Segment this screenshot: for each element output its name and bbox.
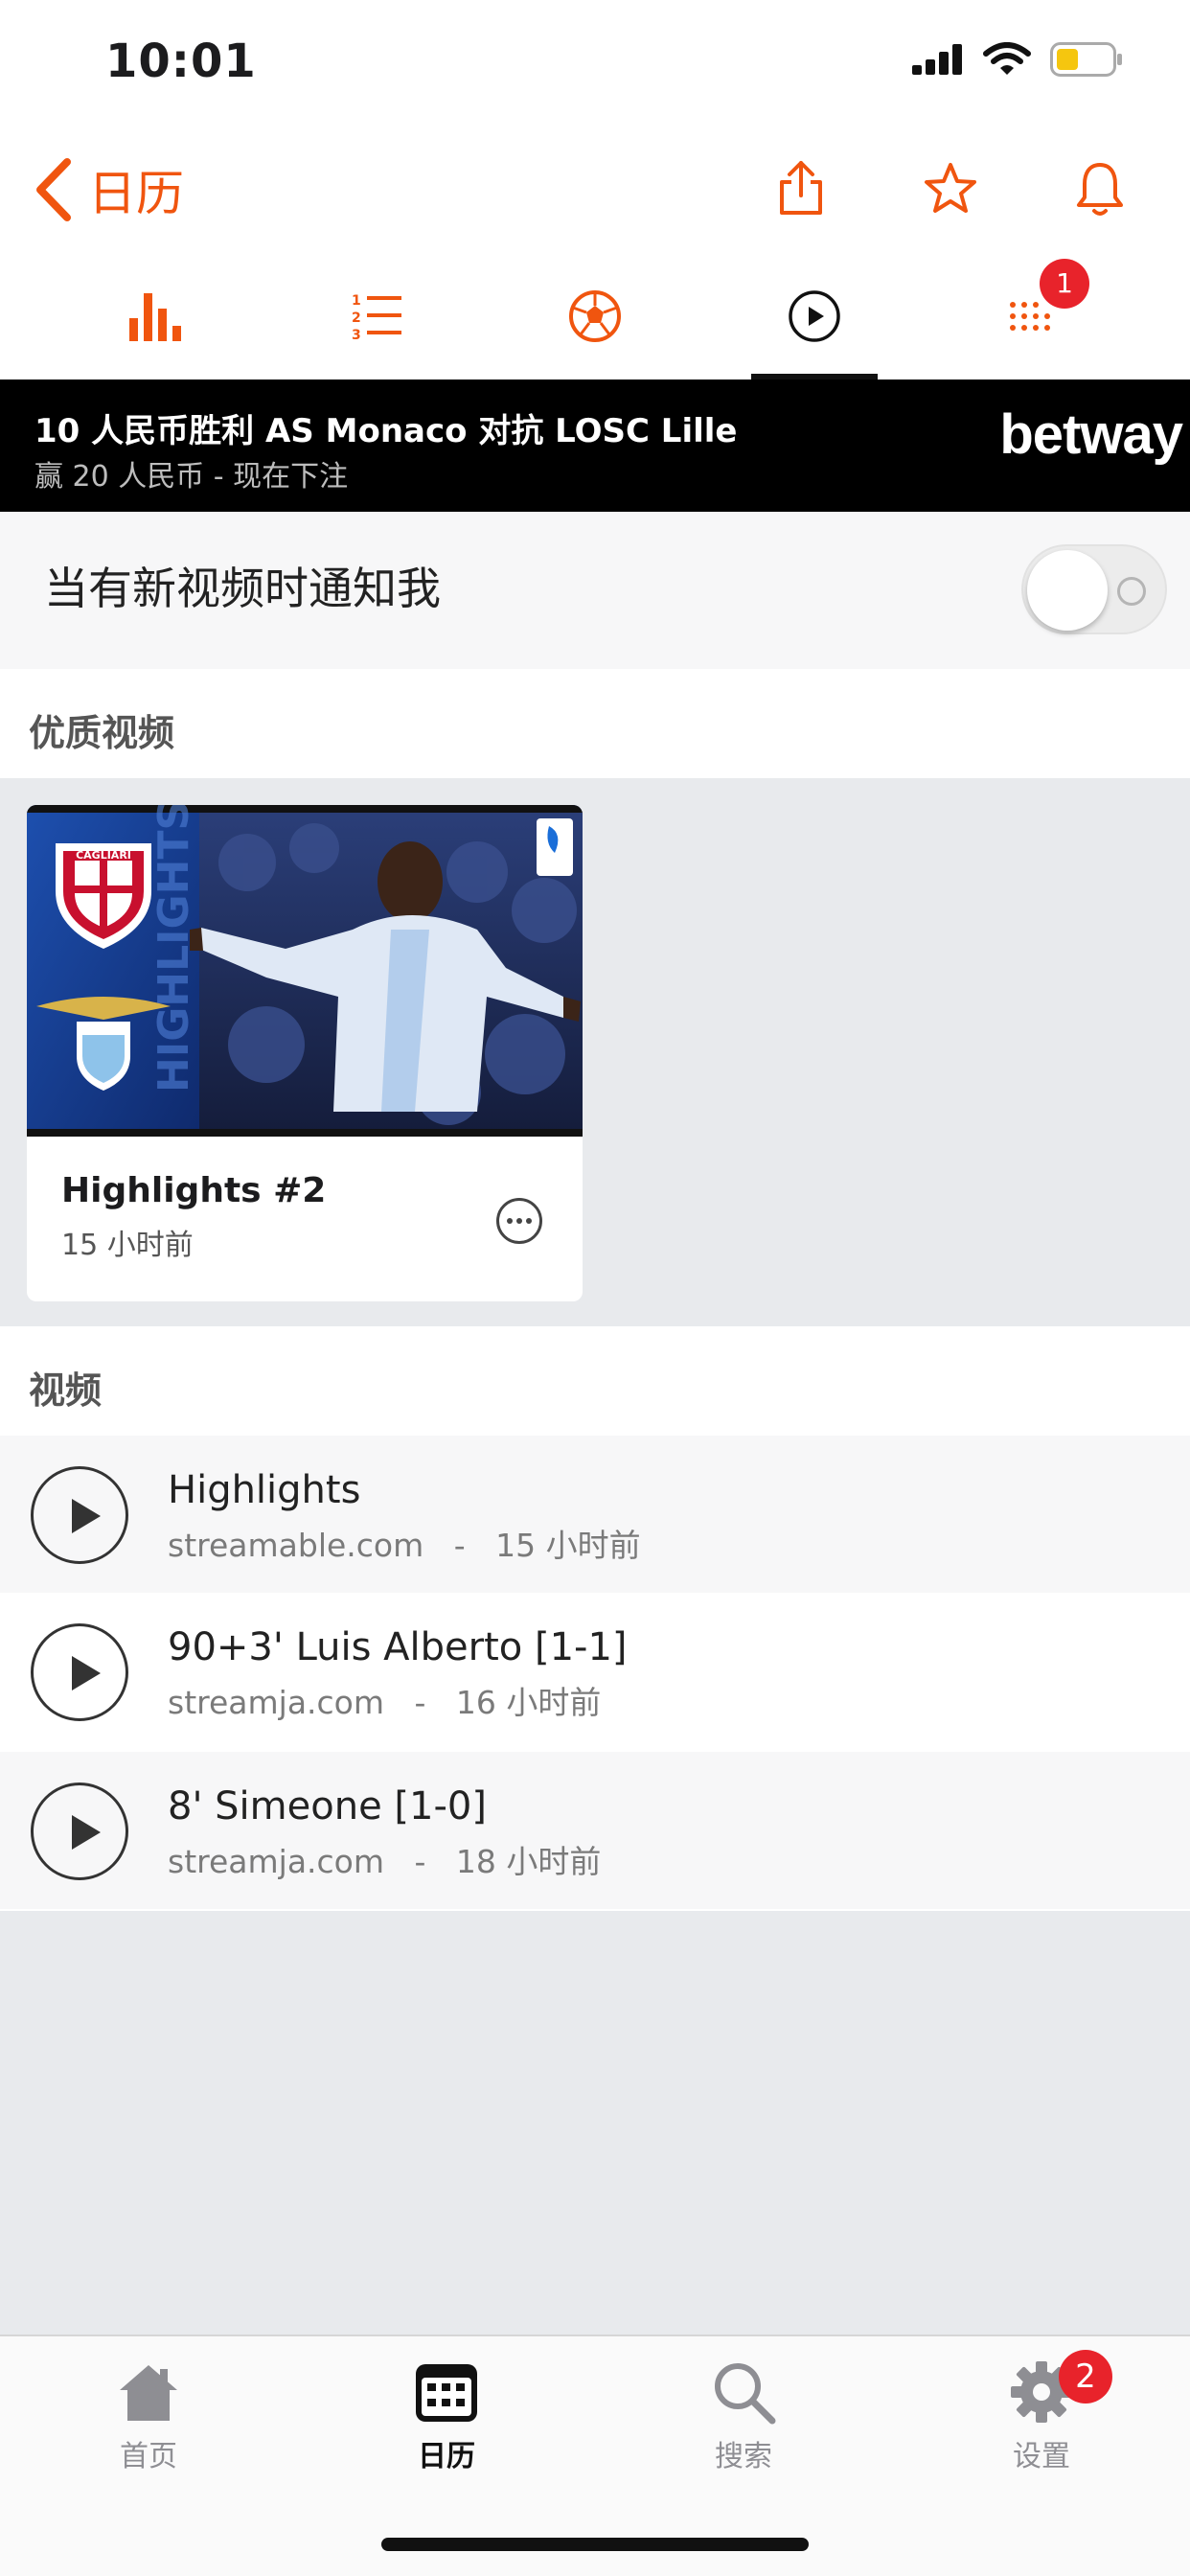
featured-videos-area: CAGLIARI HIGHLIGHTS Highlights #2 15 小时前 — [0, 778, 1190, 1326]
play-icon[interactable] — [31, 1623, 128, 1721]
video-time: 16 小时前 — [455, 1684, 602, 1721]
settings-badge: 2 — [1059, 2350, 1112, 2404]
share-button[interactable] — [767, 153, 835, 222]
video-source: streamja.com — [168, 1684, 385, 1721]
search-icon — [715, 2363, 776, 2425]
more-icon-dot — [507, 1218, 513, 1224]
numbered-list-icon: 1 2 3 — [352, 293, 401, 343]
status-icons — [912, 42, 1123, 77]
featured-video-time: 15 小时前 — [61, 1229, 194, 1262]
tab-lineup[interactable]: 1 2 3 — [313, 259, 440, 374]
svg-text:3: 3 — [352, 328, 361, 343]
tabbar-label: 日历 — [418, 2440, 475, 2473]
back-label: 日历 — [88, 166, 184, 221]
ad-subtitle: 赢 20 人民币 - 现在下注 — [34, 460, 349, 494]
tab-more-badge: 1 — [1040, 259, 1089, 309]
battery-icon — [1050, 42, 1122, 77]
calendar-icon — [416, 2364, 477, 2422]
video-title: 8' Simeone [1-0] — [168, 1784, 487, 1828]
favorite-button[interactable] — [916, 153, 985, 222]
meta-separator: - — [394, 1684, 446, 1721]
chevron-left-icon — [36, 158, 71, 221]
featured-section-header: 优质视频 — [0, 669, 1190, 778]
tab-match[interactable] — [532, 259, 658, 374]
status-bar: 10:01 — [0, 0, 1190, 126]
tabbar-label: 设置 — [1013, 2440, 1070, 2473]
soccer-ball-icon — [569, 290, 621, 342]
cellular-signal-icon — [912, 44, 962, 75]
play-icon[interactable] — [31, 1782, 128, 1880]
share-icon — [780, 161, 822, 215]
notification-button[interactable] — [1065, 153, 1134, 222]
meta-separator: - — [433, 1527, 486, 1564]
notify-toggle[interactable] — [1021, 544, 1167, 634]
star-icon — [925, 163, 976, 213]
bar-chart-icon — [129, 293, 181, 341]
toggle-knob — [1027, 550, 1108, 631]
match-tabs: 1 2 3 1 — [0, 259, 1190, 380]
video-list-item[interactable]: Highlights streamable.com - 15 小时前 — [0, 1436, 1190, 1593]
more-icon-dot — [526, 1218, 532, 1224]
video-time: 18 小时前 — [455, 1843, 602, 1880]
video-time: 15 小时前 — [495, 1527, 641, 1564]
betting-ad-banner[interactable]: 10 人民币胜利 AS Monaco 对抗 LOSC Lille 赢 20 人民… — [0, 380, 1190, 512]
video-meta: streamja.com - 16 小时前 — [168, 1677, 601, 1723]
tab-stats[interactable] — [93, 259, 219, 374]
more-options-button[interactable] — [496, 1198, 542, 1244]
notify-new-videos-row: 当有新视频时通知我 — [0, 512, 1190, 669]
meta-separator: - — [394, 1843, 446, 1880]
featured-video-title: Highlights #2 — [61, 1171, 327, 1210]
video-title: 90+3' Luis Alberto [1-1] — [168, 1625, 628, 1669]
tabbar-item-search[interactable]: 搜索 — [667, 2358, 820, 2492]
tabbar-item-home[interactable]: 首页 — [72, 2358, 225, 2492]
toggle-off-indicator — [1117, 577, 1146, 606]
more-icon-dot — [516, 1218, 522, 1224]
bell-icon — [1077, 163, 1123, 216]
svg-text:2: 2 — [352, 310, 361, 326]
tabbar-item-settings[interactable]: 设置 2 — [965, 2350, 1118, 2492]
tabbar-label: 首页 — [120, 2440, 177, 2473]
notify-label: 当有新视频时通知我 — [44, 563, 441, 614]
videos-heading: 视频 — [29, 1369, 103, 1412]
status-time: 10:01 — [105, 34, 257, 88]
tab-more[interactable]: 1 — [971, 259, 1097, 374]
nav-header: 日历 — [0, 144, 1190, 240]
svg-text:CAGLIARI: CAGLIARI — [76, 849, 131, 862]
back-button[interactable]: 日历 — [34, 155, 184, 224]
tab-videos[interactable] — [751, 259, 878, 380]
empty-content-area — [0, 1911, 1190, 2334]
featured-video-card[interactable]: CAGLIARI HIGHLIGHTS Highlights #2 15 小时前 — [27, 805, 583, 1301]
play-icon[interactable] — [31, 1466, 128, 1564]
video-title: Highlights — [168, 1468, 361, 1512]
tabbar-label: 搜索 — [715, 2440, 772, 2473]
play-circle-icon — [789, 290, 840, 342]
video-meta: streamable.com - 15 小时前 — [168, 1520, 641, 1566]
video-meta: streamja.com - 18 小时前 — [168, 1836, 601, 1882]
featured-heading: 优质视频 — [29, 712, 175, 754]
videos-section-header: 视频 — [0, 1326, 1190, 1436]
ad-title: 10 人民币胜利 AS Monaco 对抗 LOSC Lille — [34, 412, 738, 450]
video-thumbnail: CAGLIARI HIGHLIGHTS — [27, 805, 583, 1137]
tabbar-item-calendar[interactable]: 日历 — [370, 2358, 523, 2492]
video-list-item[interactable]: 8' Simeone [1-0] streamja.com - 18 小时前 — [0, 1752, 1190, 1909]
svg-text:HIGHLIGHTS: HIGHLIGHTS — [149, 805, 198, 1092]
home-indicator — [381, 2538, 809, 2551]
svg-text:1: 1 — [352, 293, 361, 309]
video-source: streamja.com — [168, 1843, 385, 1880]
highlight-thumbnail-image: CAGLIARI HIGHLIGHTS — [27, 805, 583, 1137]
wifi-icon — [983, 42, 1031, 75]
ad-brand-logo: betway — [999, 403, 1183, 466]
video-list-item[interactable]: 90+3' Luis Alberto [1-1] streamja.com - … — [0, 1593, 1190, 1750]
home-icon — [120, 2365, 177, 2421]
video-source: streamable.com — [168, 1527, 424, 1564]
